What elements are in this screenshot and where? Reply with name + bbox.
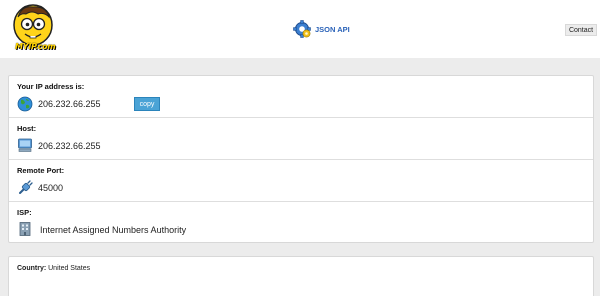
ip-row: Your IP address is: 206.232.66.255 copy [9,76,593,118]
ip-value: 206.232.66.255 [38,99,101,109]
ip-info-card: Your IP address is: 206.232.66.255 copy … [8,75,594,243]
country-value: United States [48,265,91,272]
isp-value: Internet Assigned Numbers Authority [40,225,187,235]
computer-icon [18,138,32,152]
country-line: Country: United States [17,265,90,272]
country-label: Country: [17,265,47,272]
contact-button[interactable]: Contact [565,24,597,36]
plug-icon [19,180,33,194]
gear-icon [293,20,311,38]
logo-text[interactable]: MYIP.com [15,42,56,51]
isp-label: ISP: [17,208,32,217]
json-api-label[interactable]: JSON API [315,25,350,34]
site-header: MYIP.com JSON API Contact [0,0,600,58]
isp-row: ISP: Internet Assigned Numbers Authority [9,202,593,244]
globe-icon [17,96,33,112]
copy-button[interactable]: copy [134,97,160,111]
building-icon [19,222,31,236]
country-card: Country: United States [8,256,594,296]
host-row: Host: 206.232.66.255 [9,118,593,160]
ip-label: Your IP address is: [17,82,85,91]
port-row: Remote Port: 45000 [9,160,593,202]
json-api-link[interactable]: JSON API [293,20,350,38]
host-label: Host: [17,124,37,133]
host-value: 206.232.66.255 [38,141,101,151]
port-label: Remote Port: [17,166,65,175]
port-value: 45000 [38,183,64,193]
